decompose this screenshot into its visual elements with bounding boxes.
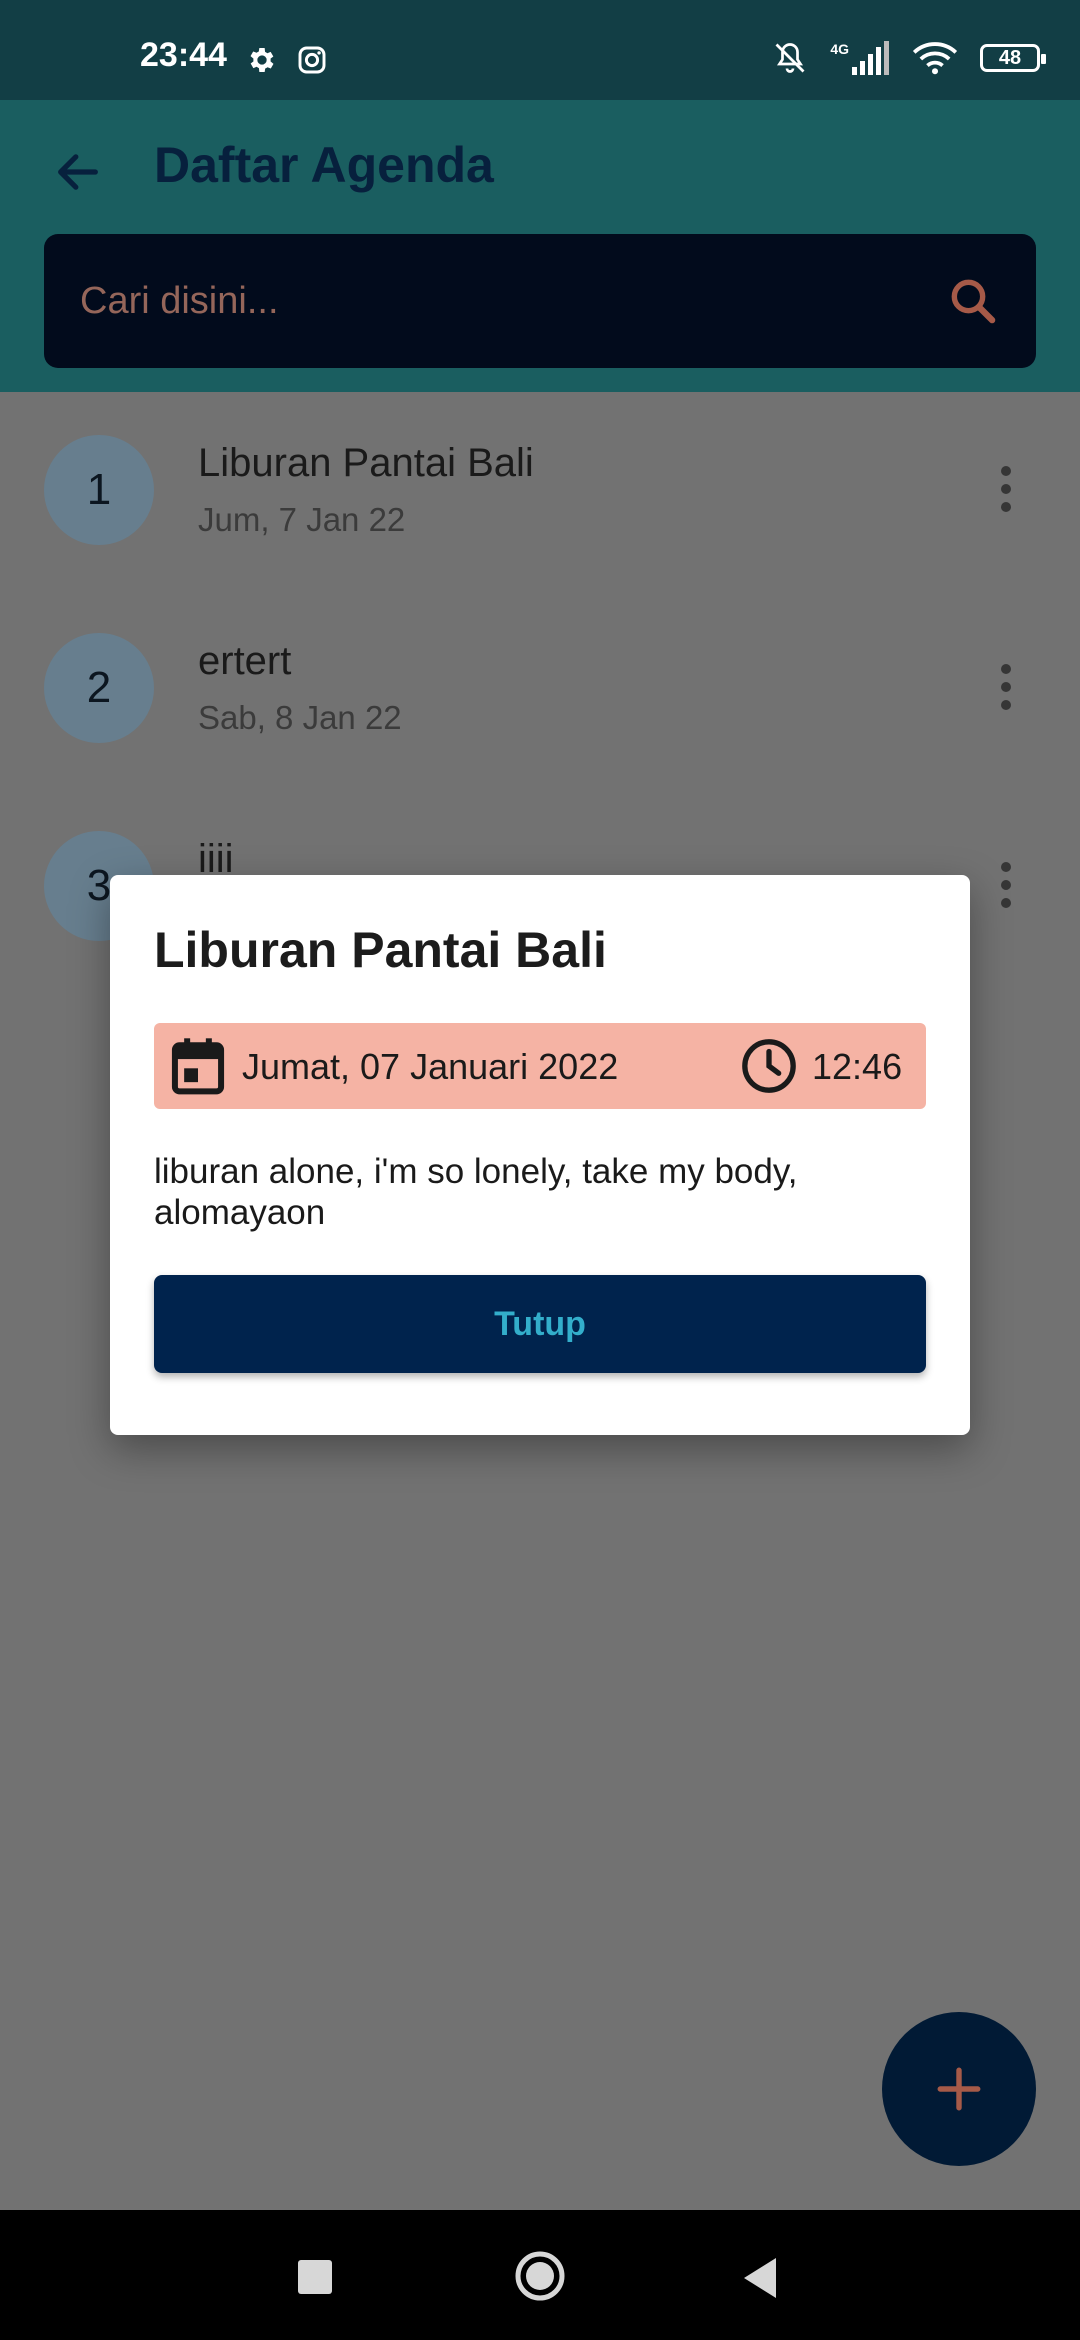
add-agenda-button[interactable] <box>882 2012 1036 2166</box>
more-options-button[interactable] <box>976 459 1036 519</box>
item-title: Liburan Pantai Bali <box>198 441 534 485</box>
search-bar <box>44 234 1036 368</box>
agenda-detail-dialog: Liburan Pantai Bali Jumat, 07 Januari 20… <box>110 875 970 1435</box>
status-bar: 23:44 4G 48 <box>0 0 1080 100</box>
item-date: Sab, 8 Jan 22 <box>198 699 402 736</box>
plus-icon <box>937 2067 981 2111</box>
page-title: Daftar Agenda <box>154 137 494 193</box>
battery-icon: 48 <box>980 44 1046 72</box>
battery-level: 48 <box>998 46 1022 69</box>
item-date: Jum, 7 Jan 22 <box>198 501 406 538</box>
signal-icon <box>852 41 889 75</box>
home-icon[interactable] <box>514 2250 566 2302</box>
dialog-title: Liburan Pantai Bali <box>154 922 607 978</box>
arrow-left-icon <box>58 154 98 190</box>
dialog-time: 12:46 <box>812 1046 903 1087</box>
wifi-icon <box>912 42 958 75</box>
list-item[interactable]: 2 ertert Sab, 8 Jan 22 <box>0 633 1080 831</box>
more-vert-icon <box>1001 664 1011 674</box>
close-button[interactable]: Tutup <box>154 1275 926 1373</box>
more-vert-icon <box>1001 862 1011 872</box>
dialog-description: liburan alone, i'm so lonely, take my bo… <box>154 1152 798 1232</box>
date-time-box: Jumat, 07 Januari 2022 12:46 <box>154 1023 926 1109</box>
search-icon <box>951 279 996 324</box>
status-icons: 4G 48 <box>772 40 1046 76</box>
bell-off-icon <box>775 43 805 73</box>
item-title: ertert <box>198 639 292 683</box>
more-vert-icon <box>1001 466 1011 476</box>
back-icon[interactable] <box>740 2256 780 2300</box>
item-number-avatar: 2 <box>44 633 154 743</box>
clock-icon <box>742 1039 796 1093</box>
list-item[interactable]: 1 Liburan Pantai Bali Jum, 7 Jan 22 <box>0 435 1080 633</box>
more-options-button[interactable] <box>976 657 1036 717</box>
dialog-date: Jumat, 07 Januari 2022 <box>242 1046 619 1087</box>
more-options-button[interactable] <box>976 855 1036 915</box>
search-button[interactable] <box>940 268 1006 334</box>
network-label: 4G <box>830 41 849 57</box>
calendar-icon <box>171 1038 225 1095</box>
network-type: 4G <box>830 41 890 75</box>
gear-icon <box>250 48 274 72</box>
item-number-avatar: 1 <box>44 435 154 545</box>
status-time: 23:44 <box>140 36 227 74</box>
recent-apps-icon[interactable] <box>298 2260 332 2294</box>
instagram-icon <box>298 46 326 74</box>
back-button[interactable] <box>46 140 110 204</box>
navigation-bar <box>0 2210 1080 2340</box>
search-input[interactable] <box>78 270 932 332</box>
